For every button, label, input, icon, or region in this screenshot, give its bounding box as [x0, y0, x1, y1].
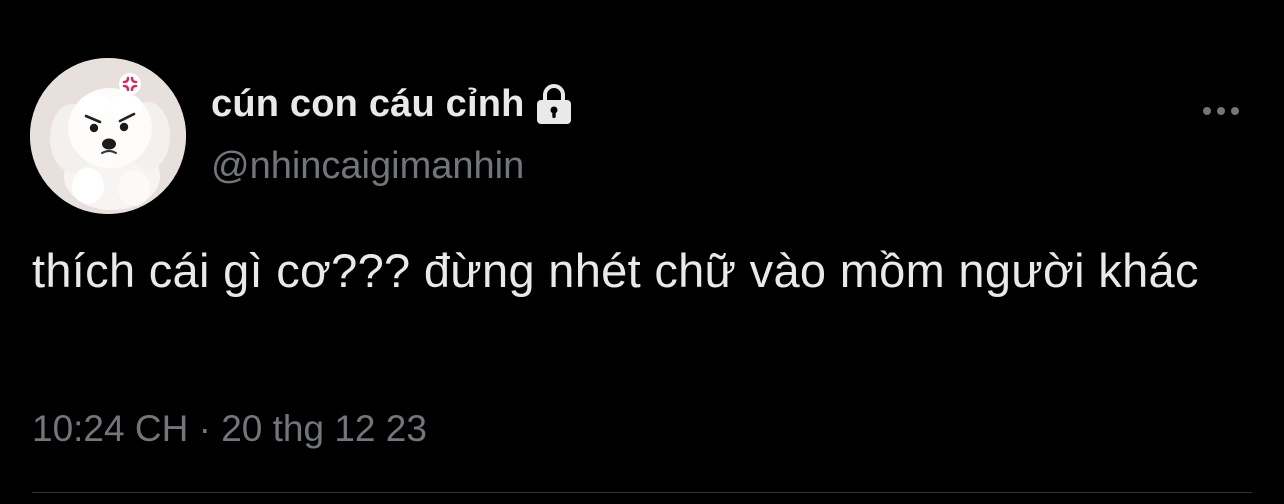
meta-separator: ·: [198, 408, 211, 449]
tweet-time: 10:24 CH: [32, 408, 189, 449]
more-options-button[interactable]: [1196, 96, 1246, 126]
more-horizontal-icon: [1203, 107, 1239, 115]
tweet-timestamp[interactable]: 10:24 CH · 20 thg 12 23: [32, 408, 427, 450]
author-handle[interactable]: @nhincaigimanhin: [211, 145, 524, 188]
author-name-row[interactable]: cún con cáu cỉnh: [211, 80, 575, 128]
white-puppy-avatar-icon: [30, 58, 186, 214]
avatar[interactable]: [30, 58, 186, 214]
tweet-text: thích cái gì cơ??? đừng nhét chữ vào mồm…: [32, 244, 1199, 297]
display-name[interactable]: cún con cáu cỉnh: [211, 83, 525, 126]
tweet-date: 20 thg 12 23: [221, 408, 427, 449]
lock-icon: [533, 84, 575, 124]
tweet-detail: cún con cáu cỉnh @nhincaigimanhin thích …: [0, 0, 1284, 504]
divider: [32, 492, 1252, 493]
